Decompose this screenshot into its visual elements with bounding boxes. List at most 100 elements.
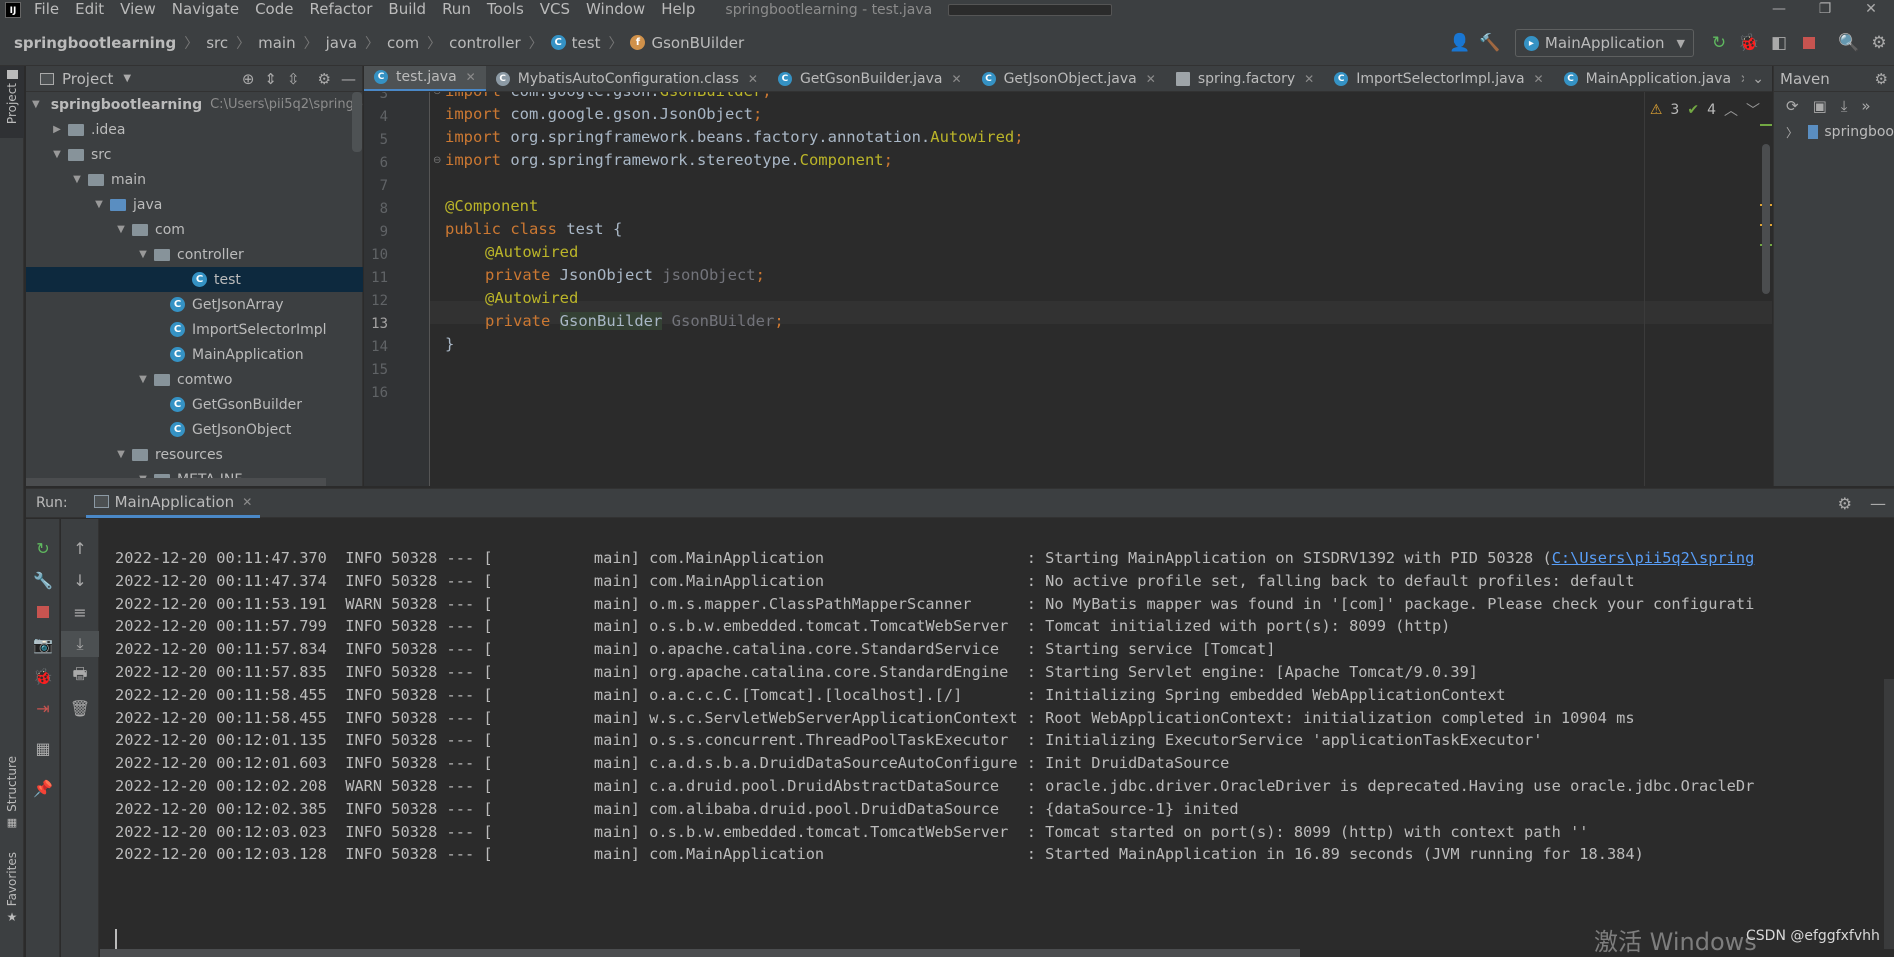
print-icon[interactable]: 🖶 — [61, 663, 99, 689]
settings-gear-icon[interactable]: ⚙ — [1875, 70, 1888, 88]
search-icon[interactable]: 🔍 — [1834, 28, 1864, 58]
chevron-down-icon[interactable]: ▼ — [50, 149, 64, 160]
more-chevron-icon[interactable]: » — [1861, 97, 1870, 115]
tab-mainapplication[interactable]: C MainApplication.java✕ — [1554, 66, 1761, 91]
close-icon[interactable]: ✕ — [1304, 72, 1314, 86]
tree-item-getjsonobject[interactable]: C GetJsonObject — [26, 417, 363, 442]
chevron-down-icon[interactable]: ▼ — [92, 199, 106, 210]
layout-icon[interactable]: ▦ — [26, 735, 60, 761]
build-hammer-icon[interactable]: 🔨 — [1475, 28, 1505, 58]
vertical-scrollbar[interactable] — [1884, 679, 1894, 949]
rerun-icon[interactable]: ↻ — [1704, 28, 1734, 58]
chevron-down-icon[interactable]: ▼ — [32, 99, 40, 110]
tree-item-controller[interactable]: ▼ controller — [26, 242, 363, 267]
settings-gear-icon[interactable]: ⚙ — [1864, 28, 1894, 58]
tree-item-importselectorimpl[interactable]: C ImportSelectorImpl — [26, 317, 363, 342]
close-icon[interactable]: ✕ — [1848, 0, 1894, 20]
close-icon[interactable]: ✕ — [748, 72, 758, 86]
chevron-right-icon[interactable]: ▶ — [50, 124, 64, 135]
menu-navigate[interactable]: Navigate — [164, 0, 247, 20]
horizontal-scrollbar[interactable] — [26, 478, 326, 486]
tree-item-java[interactable]: ▼ java — [26, 192, 363, 217]
stop-icon[interactable] — [26, 599, 60, 625]
breadcrumb-project[interactable]: springbootlearning — [14, 34, 176, 52]
restore-icon[interactable]: ❐ — [1802, 0, 1848, 20]
tab-overflow-chevron[interactable]: ⌄ — [1744, 66, 1772, 91]
tree-item-src[interactable]: ▼ src — [26, 142, 363, 167]
arrow-up-icon[interactable]: ↑ — [61, 535, 99, 561]
tab-project[interactable]: Project — [0, 66, 24, 138]
add-maven-project-icon[interactable]: ▣ — [1813, 97, 1827, 115]
menu-vcs[interactable]: VCS — [532, 0, 578, 20]
chevron-down-icon[interactable]: ▼ — [70, 174, 84, 185]
close-icon[interactable]: ✕ — [952, 72, 962, 86]
tree-item-getgsonbuilder[interactable]: C GetGsonBuilder — [26, 392, 363, 417]
exit-icon[interactable]: ⇥ — [26, 695, 60, 721]
breadcrumb-com[interactable]: com — [387, 34, 419, 52]
console-file-link[interactable]: C:\Users\pii5q2\spring — [1552, 549, 1755, 567]
tree-item-comtwo[interactable]: ▼ comtwo — [26, 367, 363, 392]
tree-item-test[interactable]: C test — [26, 267, 363, 292]
debug-bug-icon[interactable]: 🐞 — [26, 663, 60, 689]
breadcrumb-src[interactable]: src — [206, 34, 228, 52]
chevron-down-icon[interactable]: ▼ — [114, 224, 128, 235]
menu-tools[interactable]: Tools — [479, 0, 532, 20]
tab-getjsonobject[interactable]: C GetJsonObject.java ✕ — [972, 66, 1166, 91]
camera-dump-threads-icon[interactable]: 📷 — [26, 631, 60, 657]
hide-minus-icon[interactable]: — — [341, 70, 356, 88]
inspection-widget[interactable]: ⚠ 3 ✔ 4 ︿ ﹀ — [1650, 100, 1760, 120]
wrench-edit-config-icon[interactable]: 🔧 — [26, 567, 60, 593]
tab-getgsonbuilder[interactable]: C GetGsonBuilder.java ✕ — [768, 66, 972, 91]
code-editor[interactable]: 3 4 5 6 7 8 9 10 11 12 13 14 15 16 ⊖ ⊖ i… — [364, 92, 1772, 486]
expand-all-icon[interactable]: ⇕ — [264, 70, 277, 88]
breadcrumb-class-test[interactable]: Ctest — [550, 34, 600, 52]
chevron-down-icon[interactable]: ▼ — [136, 249, 150, 260]
menu-build[interactable]: Build — [380, 0, 434, 20]
intellij-logo-icon[interactable]: IJ — [0, 0, 26, 20]
breadcrumb-controller[interactable]: controller — [449, 34, 521, 52]
user-icon[interactable]: 👤 — [1445, 28, 1475, 58]
trash-clear-icon[interactable]: 🗑 — [61, 695, 99, 721]
project-view-selector[interactable]: Project — [62, 70, 113, 88]
tree-item-springbootlearning[interactable]: ▼ springbootlearning C:\Users\pii5q2\spr… — [26, 92, 363, 117]
maven-project-item[interactable]: 〉 springboo — [1774, 120, 1894, 144]
rerun-icon[interactable]: ↻ — [26, 535, 60, 561]
fold-marker-icon[interactable]: ⊖ — [433, 155, 441, 166]
arrow-down-icon[interactable]: ↓ — [61, 567, 99, 593]
breadcrumb-java[interactable]: java — [326, 34, 357, 52]
tab-favorites[interactable]: Favorites ★ — [0, 852, 24, 952]
chevron-down-icon[interactable]: ▼ — [123, 73, 131, 84]
soft-wrap-icon[interactable]: ≡ — [61, 599, 99, 625]
menu-file[interactable]: File — [26, 0, 67, 20]
breadcrumb-main[interactable]: main — [258, 34, 295, 52]
minimize-icon[interactable]: — — [1756, 0, 1802, 20]
tree-item-com[interactable]: ▼ com — [26, 217, 363, 242]
collapse-all-icon[interactable]: ⇳ — [287, 70, 300, 88]
settings-gear-icon[interactable]: ⚙ — [1838, 494, 1852, 513]
chevron-down-icon[interactable]: ﹀ — [1746, 100, 1760, 120]
chevron-right-icon[interactable]: 〉 — [1786, 124, 1798, 141]
run-tab-mainapplication[interactable]: MainApplication ✕ — [85, 488, 261, 518]
tree-item-mainapplication[interactable]: C MainApplication — [26, 342, 363, 367]
menu-run[interactable]: Run — [434, 0, 479, 20]
run-console[interactable]: 2022-12-20 00:11:47.370 INFO 50328 --- [… — [100, 519, 1894, 957]
close-icon[interactable]: ✕ — [466, 70, 476, 84]
tab-spring-factory[interactable]: spring.factory ✕ — [1166, 66, 1324, 91]
reload-icon[interactable]: ⟳ — [1786, 97, 1799, 115]
download-icon[interactable]: ⤓ — [1841, 97, 1848, 115]
hide-minus-icon[interactable]: — — [1870, 494, 1886, 513]
tree-item-main[interactable]: ▼ main — [26, 167, 363, 192]
menu-view[interactable]: View — [112, 0, 164, 20]
menu-help[interactable]: Help — [653, 0, 703, 20]
run-configuration-select[interactable]: ▸ MainApplication ▼ — [1514, 29, 1694, 57]
horizontal-scrollbar[interactable] — [100, 949, 1300, 957]
tab-mybatis-autoconfiguration[interactable]: C MybatisAutoConfiguration.class ✕ — [486, 66, 768, 91]
tab-test-java[interactable]: C test.java ✕ — [364, 66, 486, 91]
scroll-to-end-icon[interactable]: ⤓ — [61, 631, 99, 657]
chevron-up-icon[interactable]: ︿ — [1724, 100, 1738, 120]
vertical-scrollbar[interactable] — [1762, 144, 1770, 294]
chevron-down-icon[interactable]: ▼ — [114, 449, 128, 460]
tab-structure[interactable]: Structure ▦ — [0, 756, 24, 836]
breadcrumb-field[interactable]: f GsonBUilder — [630, 34, 744, 52]
coverage-icon[interactable]: ◧ — [1764, 28, 1794, 58]
